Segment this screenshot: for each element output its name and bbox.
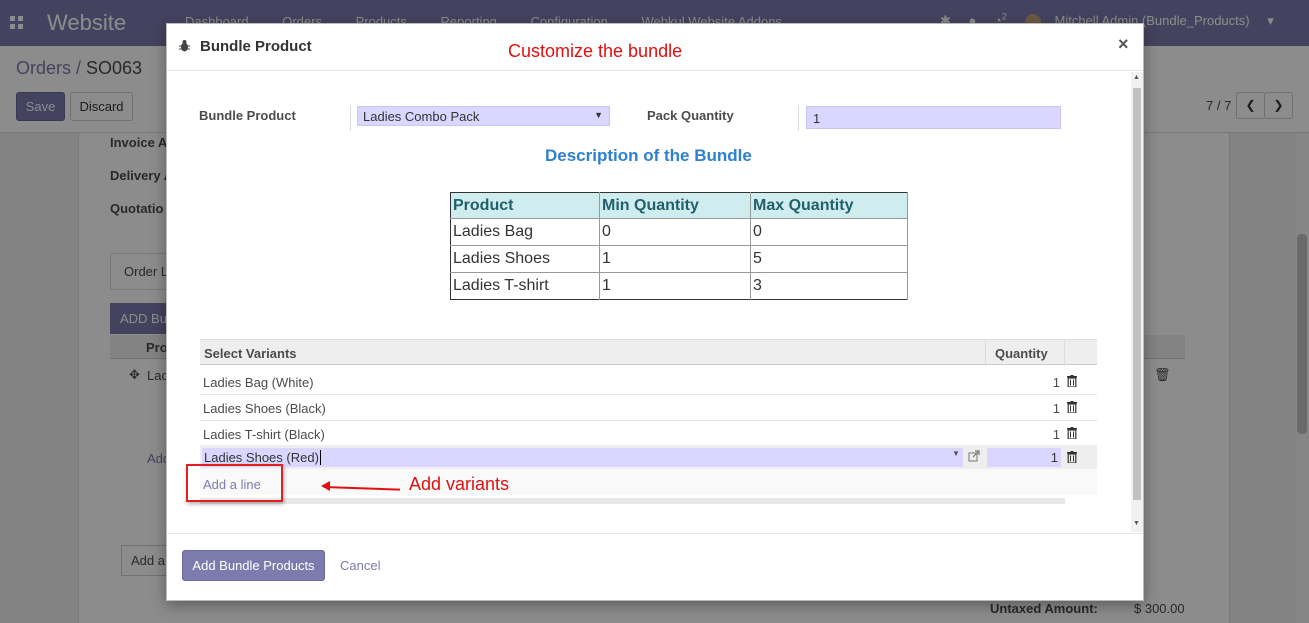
bundle-product-value: Ladies Combo Pack	[363, 109, 480, 124]
pack-quantity-input[interactable]: 1	[806, 106, 1061, 129]
field-divider	[798, 105, 799, 131]
table-cell: 3	[750, 272, 908, 300]
bundle-product-label: Bundle Product	[199, 108, 296, 123]
dialog-scrollbar[interactable]: ▲ ▼	[1131, 72, 1143, 532]
table-cell: 1	[599, 272, 751, 300]
pack-quantity-label: Pack Quantity	[647, 108, 734, 123]
col-max-quantity-header: Max Quantity	[750, 192, 908, 219]
cancel-button[interactable]: Cancel	[340, 558, 380, 573]
variant-input[interactable]: Ladies Shoes (Red)	[202, 448, 963, 467]
text-cursor	[319, 450, 321, 465]
table-cell: 0	[599, 218, 751, 246]
variant-name: Ladies Bag (White)	[203, 375, 314, 390]
table-row: Ladies Bag 0 0	[450, 218, 908, 246]
field-divider	[350, 105, 351, 131]
table-cell: 0	[750, 218, 908, 246]
variants-header: Select Variants Quantity	[200, 339, 1097, 366]
scroll-up-icon[interactable]: ▲	[1133, 74, 1140, 81]
table-row: Ladies Shoes 1 5	[450, 245, 908, 273]
external-link-icon[interactable]	[968, 450, 980, 462]
bundle-product-select[interactable]: Ladies Combo Pack ▼	[357, 106, 610, 126]
quantity-header: Quantity	[985, 340, 1065, 366]
table-cell: Ladies Bag	[450, 218, 600, 246]
annotation-add-variants: Add variants	[409, 474, 510, 494]
trash-icon[interactable]	[1067, 427, 1077, 439]
variant-quantity: 1	[1052, 375, 1060, 390]
col-product-header: Product	[450, 192, 600, 219]
trash-icon[interactable]	[1067, 401, 1077, 413]
bundle-description-table: Product Min Quantity Max Quantity Ladies…	[450, 192, 908, 300]
trash-icon[interactable]	[1067, 451, 1077, 463]
annotation-customize-bundle: Customize the bundle	[508, 41, 683, 61]
list-item[interactable]: Ladies Shoes (Black) 1	[200, 395, 1097, 421]
bundle-product-dialog: Bundle Product Customize the bundle × Bu…	[166, 23, 1144, 601]
dialog-header: Bundle Product Customize the bundle ×	[167, 24, 1143, 71]
variant-quantity-input[interactable]: 1	[987, 448, 1061, 467]
dialog-title: Bundle Product	[200, 38, 312, 55]
close-icon[interactable]: ×	[1118, 34, 1129, 55]
variant-input-value: Ladies Shoes (Red)	[204, 450, 319, 465]
variant-quantity: 1	[1052, 401, 1060, 416]
highlight-box	[186, 464, 283, 502]
chevron-down-icon[interactable]: ▼	[952, 449, 960, 458]
table-cell: Ladies Shoes	[450, 245, 600, 273]
table-cell: 5	[750, 245, 908, 273]
dialog-scrollbar-thumb[interactable]	[1133, 88, 1141, 500]
list-item[interactable]: Ladies T-shirt (Black) 1	[200, 421, 1097, 447]
editing-variant-row[interactable]: Ladies Shoes (Red) ▼ 1	[200, 445, 1097, 471]
chevron-down-icon: ▼	[594, 110, 603, 120]
list-item[interactable]: Ladies Bag (White) 1	[200, 369, 1097, 395]
variant-quantity: 1	[1052, 427, 1060, 442]
scroll-down-icon[interactable]: ▼	[1133, 520, 1140, 527]
add-bundle-products-button[interactable]: Add Bundle Products	[182, 550, 325, 581]
add-line-row	[200, 469, 1097, 495]
dialog-body: Bundle Product Ladies Combo Pack ▼ Pack …	[167, 72, 1131, 532]
trash-icon[interactable]	[1067, 375, 1077, 387]
annotation-arrow-head	[321, 481, 330, 491]
bug-icon	[179, 40, 190, 52]
table-cell: Ladies T-shirt	[450, 272, 600, 300]
variant-name: Ladies T-shirt (Black)	[203, 427, 325, 442]
table-cell: 1	[599, 245, 751, 273]
dialog-footer: Add Bundle Products Cancel	[167, 533, 1143, 600]
select-variants-header: Select Variants	[204, 346, 297, 361]
table-header-row: Product Min Quantity Max Quantity	[450, 192, 908, 219]
col-min-quantity-header: Min Quantity	[599, 192, 751, 219]
description-title: Description of the Bundle	[545, 146, 752, 165]
horizontal-scrollbar[interactable]	[200, 498, 1065, 504]
variant-name: Ladies Shoes (Black)	[203, 401, 326, 416]
table-row: Ladies T-shirt 1 3	[450, 272, 908, 300]
